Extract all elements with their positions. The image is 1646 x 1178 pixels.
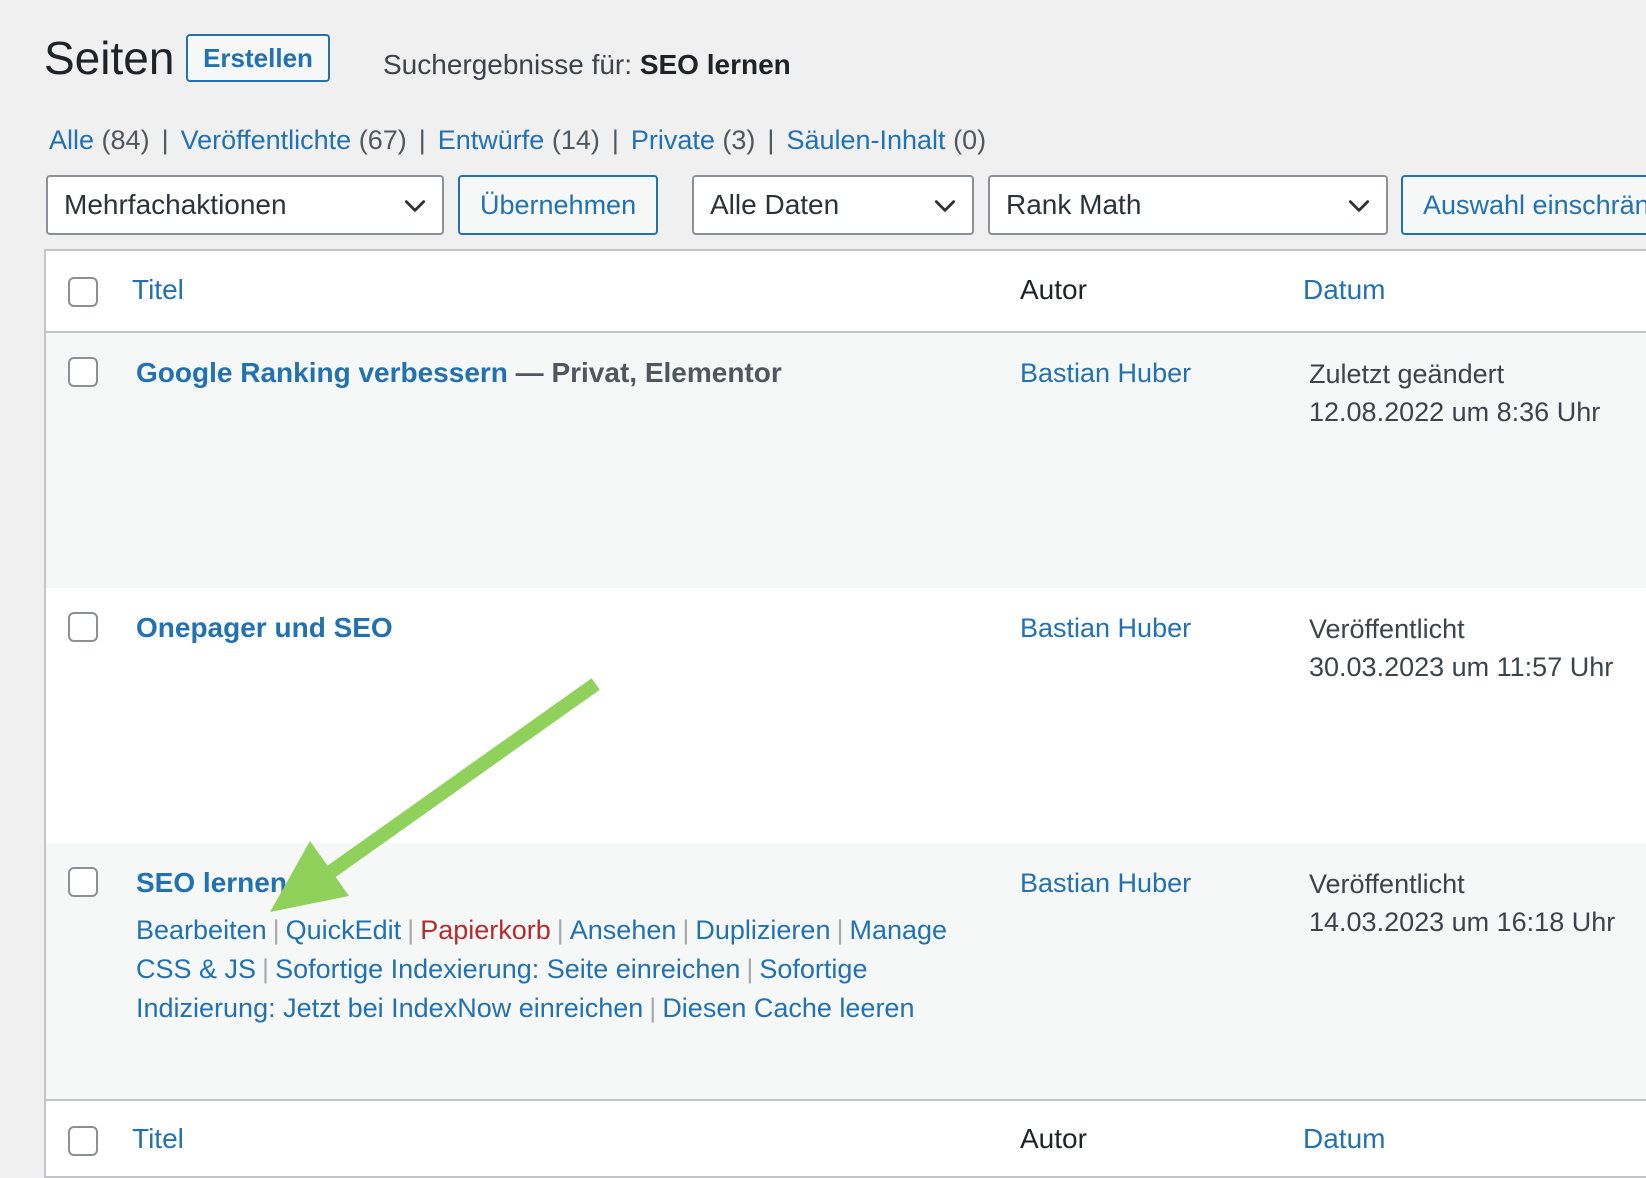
view-all-link[interactable]: Alle [49, 125, 94, 155]
filter-button[interactable]: Auswahl einschränken [1401, 175, 1646, 235]
bulk-actions-select[interactable]: Mehrfachaktionen [46, 175, 444, 235]
table-row: Onepager und SEO Bastian Huber Veröffent… [46, 588, 1646, 843]
row-date-cell: Veröffentlicht 14.03.2023 um 16:18 Uhr [1309, 865, 1615, 941]
row-checkbox[interactable] [68, 357, 98, 387]
row-actions: Bearbeiten | QuickEdit | Papierkorb | Ansehen |… [136, 915, 948, 1023]
row-title-link[interactable]: Onepager und SEO [136, 612, 393, 643]
bulk-actions-value: Mehrfachaktionen [64, 189, 287, 220]
view-drafts-link[interactable]: Entwürfe [438, 125, 545, 155]
view-drafts-count: (14) [551, 125, 600, 155]
row-title-cell: Google Ranking verbessern — Privat, Elem… [136, 355, 782, 391]
row-author-link[interactable]: Bastian Huber [1020, 865, 1191, 901]
row-author-link[interactable]: Bastian Huber [1020, 610, 1191, 646]
date-status: Veröffentlicht [1309, 869, 1465, 899]
view-private-count: (3) [722, 125, 756, 155]
action-instant-indexing-submit[interactable]: Sofortige Indexierung: Seite einreichen [275, 954, 740, 984]
date-filter-select[interactable]: Alle Daten [692, 175, 974, 235]
table-row: SEO lernen Bastian Huber Veröffentlicht 1… [46, 843, 1646, 1099]
row-date-cell: Zuletzt geändert 12.08.2022 um 8:36 Uhr [1309, 355, 1600, 431]
seo-filter-value: Rank Math [1006, 189, 1142, 220]
view-published-count: (67) [358, 125, 407, 155]
date-status: Zuletzt geändert [1309, 359, 1505, 389]
date-filter-value: Alle Daten [710, 189, 840, 220]
date-value: 12.08.2022 um 8:36 Uhr [1309, 397, 1601, 427]
view-all-count: (84) [101, 125, 150, 155]
view-published-link[interactable]: Veröffentlichte [181, 125, 352, 155]
apply-bulk-button[interactable]: Übernehmen [458, 175, 658, 235]
table-header-row: Titel Autor Datum [46, 251, 1646, 333]
chevron-down-icon [404, 200, 426, 212]
action-clear-cache[interactable]: Diesen Cache leeren [662, 993, 914, 1023]
column-title-header[interactable]: Titel [132, 273, 184, 307]
row-checkbox[interactable] [68, 867, 98, 897]
post-state: — Privat, Elementor [507, 357, 782, 388]
pages-table: Titel Autor Datum Google Ranking verbess… [44, 249, 1646, 1178]
column-date-footer[interactable]: Datum [1303, 1122, 1385, 1156]
row-date-cell: Veröffentlicht 30.03.2023 um 11:57 Uhr [1309, 610, 1613, 686]
page-title: Seiten [44, 32, 175, 84]
row-author-link[interactable]: Bastian Huber [1020, 355, 1191, 391]
create-page-button[interactable]: Erstellen [186, 34, 330, 82]
row-checkbox[interactable] [68, 612, 98, 642]
table-footer-row: Titel Autor Datum [46, 1099, 1646, 1176]
chevron-down-icon [934, 200, 956, 212]
action-trash[interactable]: Papierkorb [420, 915, 551, 945]
search-term: SEO lernen [639, 49, 791, 80]
select-all-checkbox[interactable] [68, 277, 98, 307]
action-edit[interactable]: Bearbeiten [136, 915, 267, 945]
row-title-cell: Onepager und SEO [136, 610, 393, 646]
row-title-link[interactable]: Google Ranking verbessern [136, 357, 508, 388]
search-results-info: Suchergebnisse für: SEO lernen [383, 48, 791, 82]
row-title-link[interactable]: SEO lernen [136, 867, 287, 898]
column-title-footer[interactable]: Titel [132, 1122, 184, 1156]
date-value: 14.03.2023 um 16:18 Uhr [1309, 907, 1616, 937]
chevron-down-icon [1348, 200, 1370, 212]
view-pillar-count: (0) [953, 125, 987, 155]
action-duplicate[interactable]: Duplizieren [695, 915, 830, 945]
view-private-link[interactable]: Private [631, 125, 715, 155]
date-status: Veröffentlicht [1309, 614, 1465, 644]
column-date-header[interactable]: Datum [1303, 273, 1385, 307]
row-title-cell: SEO lernen [136, 865, 287, 901]
view-pillar-link[interactable]: Säulen-Inhalt [786, 125, 945, 155]
search-results-prefix: Suchergebnisse für: [383, 49, 640, 80]
seo-filter-select[interactable]: Rank Math [988, 175, 1388, 235]
column-author-footer: Autor [1020, 1123, 1087, 1154]
table-row: Google Ranking verbessern — Privat, Elem… [46, 333, 1646, 588]
view-filter-links: Alle (84) | Veröffentlichte (67) | Entwürfe … [49, 125, 987, 155]
action-quick-edit[interactable]: QuickEdit [286, 915, 402, 945]
date-value: 30.03.2023 um 11:57 Uhr [1309, 652, 1614, 682]
select-all-checkbox-footer[interactable] [68, 1126, 98, 1156]
action-view[interactable]: Ansehen [570, 915, 677, 945]
column-author-header: Autor [1020, 274, 1087, 305]
